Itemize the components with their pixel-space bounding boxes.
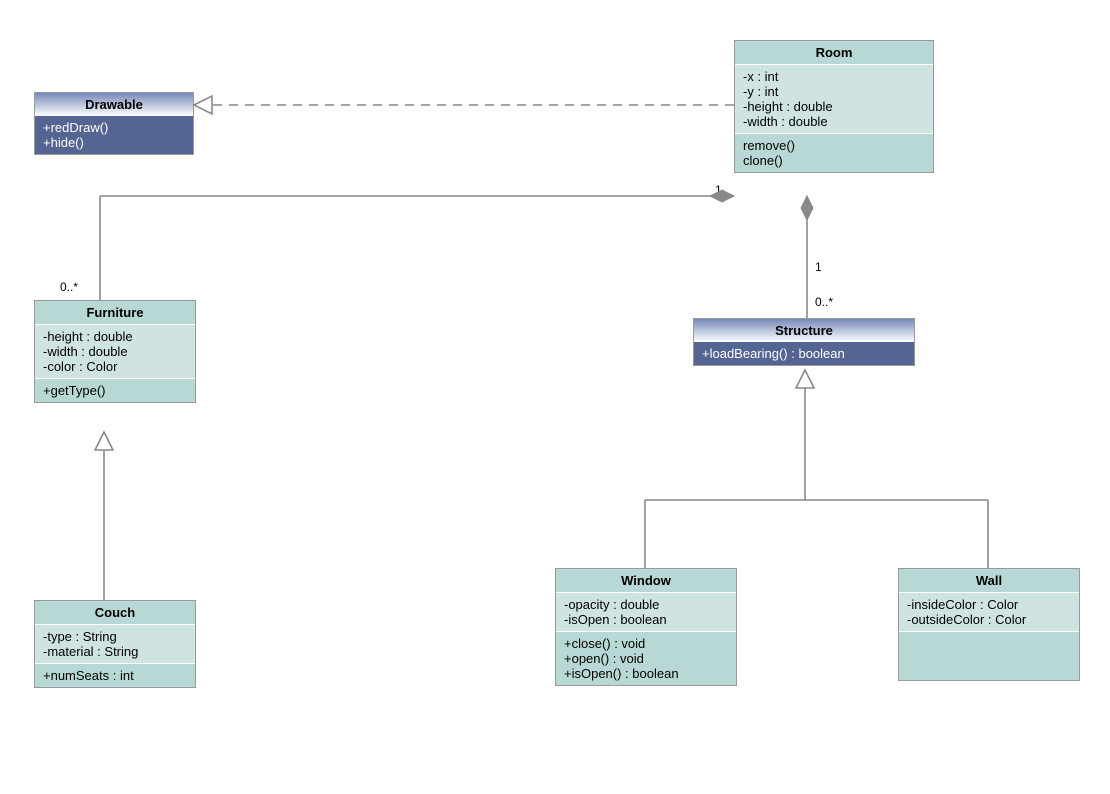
method: +redDraw() [43,120,185,135]
method: +numSeats : int [43,668,187,683]
method: +close() : void [564,636,728,651]
methods-section: +loadBearing() : boolean [694,342,914,365]
class-wall: Wall -insideColor : Color -outsideColor … [898,568,1080,681]
multiplicity-label: 0..* [60,280,78,294]
attr: -color : Color [43,359,187,374]
methods-section: +redDraw() +hide() [35,116,193,154]
attr: -insideColor : Color [907,597,1071,612]
multiplicity-label: 1 [815,260,822,274]
multiplicity-label: 1 [715,183,722,197]
methods-section: +close() : void +open() : void +isOpen()… [556,632,736,685]
attrs-section: -insideColor : Color -outsideColor : Col… [899,593,1079,632]
class-title: Room [735,41,933,65]
class-title: Wall [899,569,1079,593]
method: remove() [743,138,925,153]
class-title: Drawable [35,93,193,116]
class-title: Structure [694,319,914,342]
method: +isOpen() : boolean [564,666,728,681]
attr: -outsideColor : Color [907,612,1071,627]
multiplicity-label: 0..* [815,295,833,309]
class-title: Couch [35,601,195,625]
class-title: Window [556,569,736,593]
attr: -isOpen : boolean [564,612,728,627]
attr: -opacity : double [564,597,728,612]
attrs-section: -height : double -width : double -color … [35,325,195,379]
method: clone() [743,153,925,168]
attr: -type : String [43,629,187,644]
class-couch: Couch -type : String -material : String … [34,600,196,688]
methods-section: remove() clone() [735,134,933,172]
attr: -y : int [743,84,925,99]
class-title: Furniture [35,301,195,325]
attr: -height : double [743,99,925,114]
empty-section [899,632,1079,680]
class-drawable: Drawable +redDraw() +hide() [34,92,194,155]
class-structure: Structure +loadBearing() : boolean [693,318,915,366]
method: +open() : void [564,651,728,666]
attr: -width : double [43,344,187,359]
method: +getType() [43,383,187,398]
class-furniture: Furniture -height : double -width : doub… [34,300,196,403]
attr: -material : String [43,644,187,659]
attr: -width : double [743,114,925,129]
attr: -x : int [743,69,925,84]
methods-section: +numSeats : int [35,664,195,687]
class-room: Room -x : int -y : int -height : double … [734,40,934,173]
attrs-section: -opacity : double -isOpen : boolean [556,593,736,632]
class-window: Window -opacity : double -isOpen : boole… [555,568,737,686]
attr: -height : double [43,329,187,344]
attrs-section: -type : String -material : String [35,625,195,664]
methods-section: +getType() [35,379,195,402]
method: +hide() [43,135,185,150]
method: +loadBearing() : boolean [702,346,906,361]
attrs-section: -x : int -y : int -height : double -widt… [735,65,933,134]
